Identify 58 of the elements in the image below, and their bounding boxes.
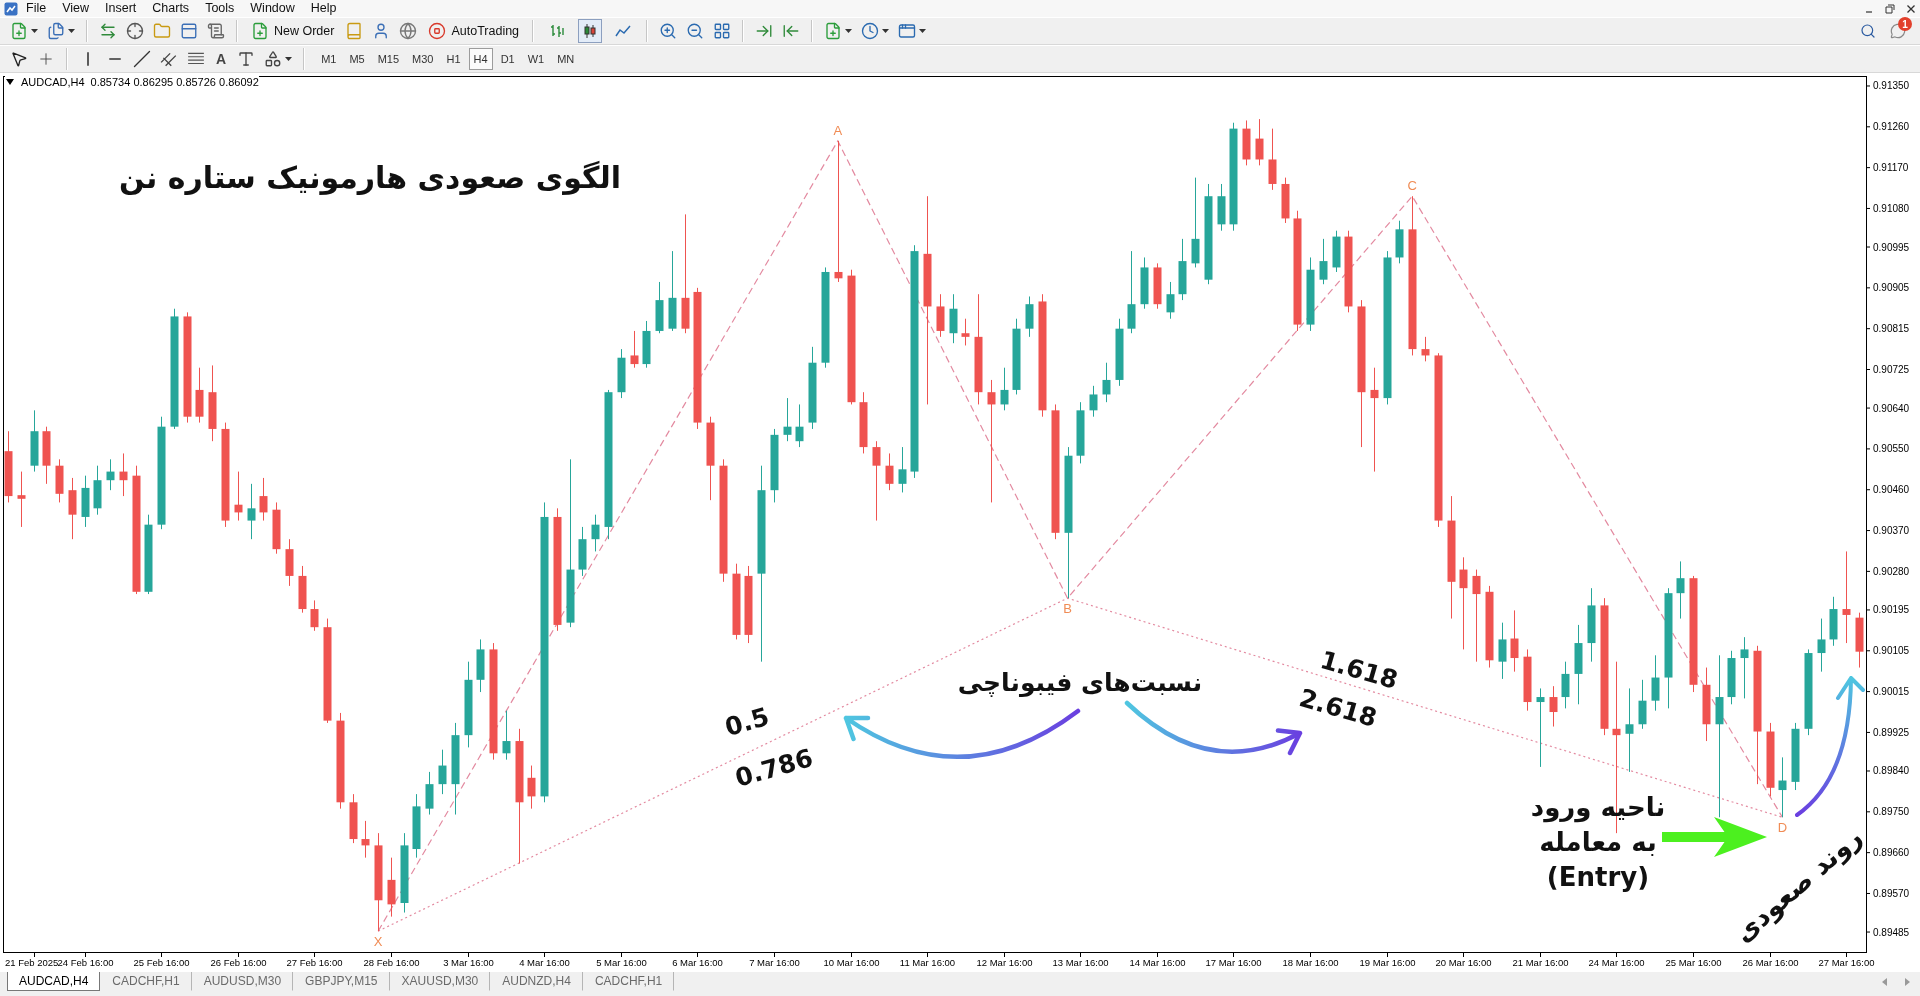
price-label: 0.90460 [1873, 484, 1910, 496]
pattern-point-label: D [1777, 820, 1788, 836]
date-label: 27 Mar 16:00 [1818, 957, 1875, 968]
date-label: 24 Feb 16:00 [57, 957, 114, 968]
date-label: 24 Mar 16:00 [1588, 957, 1645, 968]
date-label: 26 Mar 16:00 [1742, 957, 1799, 968]
fibonacci-ratios-label: نسبت‌های فیبوناچی [957, 667, 1203, 697]
price-label: 0.91080 [1873, 202, 1910, 214]
date-label: 28 Feb 16:00 [363, 957, 420, 968]
price-label: 0.90815 [1873, 323, 1910, 335]
price-reading: 0.85734 0.86295 0.85726 0.86092 [90, 76, 259, 88]
date-label: 13 Mar 16:00 [1052, 957, 1109, 968]
pattern-point-label: B [1063, 601, 1072, 617]
pattern-point-label: A [833, 122, 843, 138]
price-label: 0.90905 [1873, 282, 1910, 294]
chart-symbol: AUDCAD,H4 [21, 76, 85, 88]
ratio-label: 0.5 [721, 701, 773, 743]
ratio-label: 0.786 [732, 743, 816, 793]
date-label: 3 Mar 16:00 [443, 957, 494, 968]
date-label: 27 Feb 16:00 [286, 957, 343, 968]
price-label: 0.89750 [1873, 806, 1910, 818]
price-label: 0.90195 [1873, 604, 1910, 616]
date-label: 19 Mar 16:00 [1359, 957, 1416, 968]
price-label: 0.90640 [1873, 402, 1910, 414]
price-label: 0.90280 [1873, 565, 1910, 577]
price-label: 0.89925 [1873, 726, 1910, 738]
date-label: 25 Feb 16:00 [133, 957, 190, 968]
date-label: 10 Mar 16:00 [823, 957, 880, 968]
date-label: 12 Mar 16:00 [976, 957, 1033, 968]
date-label: 11 Mar 16:00 [899, 957, 956, 968]
date-label: 14 Mar 16:00 [1129, 957, 1186, 968]
date-label: 26 Feb 16:00 [210, 957, 267, 968]
date-label: 21 Mar 16:00 [1512, 957, 1569, 968]
price-label: 0.90725 [1873, 364, 1910, 375]
pattern-point-label: C [1407, 178, 1417, 194]
date-label: 5 Mar 16:00 [596, 957, 647, 968]
date-label: 20 Mar 16:00 [1435, 957, 1492, 968]
chart-heading: الگوی صعودی هارمونیک ستاره نن [119, 159, 621, 195]
price-label: 0.90370 [1873, 525, 1910, 537]
date-label: 6 Mar 16:00 [672, 957, 723, 968]
price-label: 0.90015 [1873, 686, 1910, 698]
price-label: 0.89485 [1873, 926, 1910, 938]
price-label: 0.90550 [1873, 443, 1910, 455]
price-label: 0.89840 [1873, 765, 1910, 777]
price-label: 0.91170 [1873, 162, 1909, 174]
date-label: 7 Mar 16:00 [749, 957, 800, 968]
date-label: 25 Mar 16:00 [1665, 957, 1722, 968]
price-label: 0.90995 [1873, 241, 1910, 253]
date-label: 18 Mar 16:00 [1282, 957, 1339, 968]
date-label: 17 Mar 16:00 [1205, 957, 1262, 968]
date-label: 4 Mar 16:00 [519, 957, 570, 968]
price-label: 0.89570 [1873, 888, 1910, 899]
date-label: 21 Feb 2025 [5, 957, 59, 968]
price-label: 0.90105 [1873, 645, 1910, 657]
price-label: 0.91260 [1873, 121, 1910, 133]
price-label: 0.89660 [1873, 847, 1910, 859]
price-label: 0.91350 [1873, 80, 1910, 92]
pattern-point-label: X [373, 934, 383, 950]
